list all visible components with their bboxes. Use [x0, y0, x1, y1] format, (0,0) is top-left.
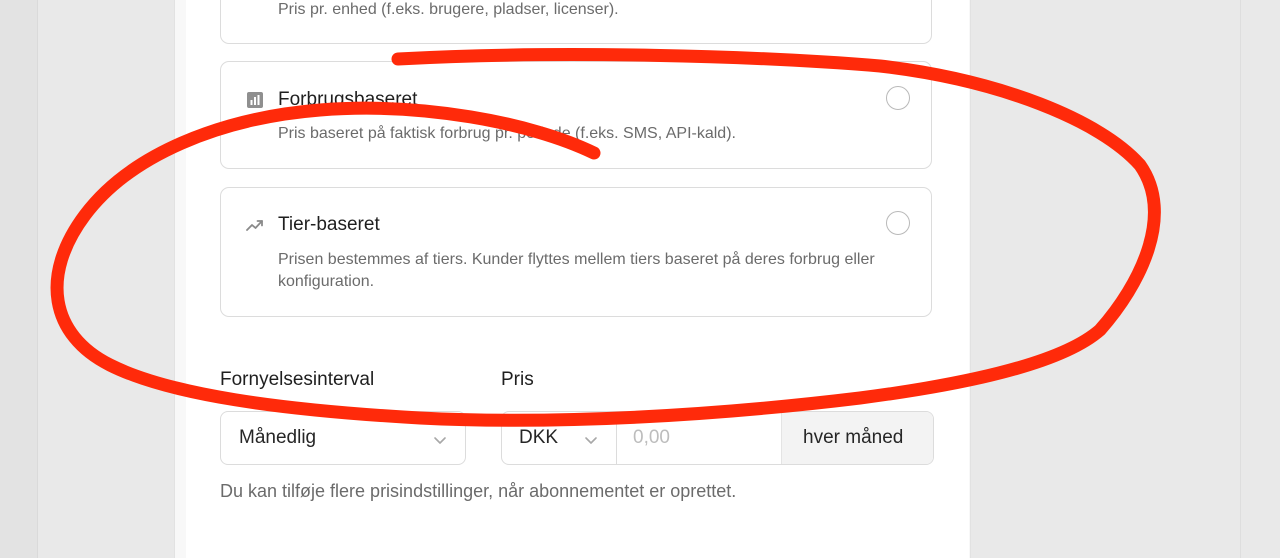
price-amount-input[interactable] — [617, 412, 780, 464]
option-description: Prisen bestemmes af tiers. Kunder flytte… — [278, 251, 875, 290]
option-description: Pris baseret på faktisk forbrug pr. peri… — [278, 125, 736, 142]
pricing-option-per-unit[interactable]: Pris pr. enhed (f.eks. brugere, pladser,… — [220, 0, 932, 44]
help-text: Du kan tilføje flere prisindstillinger, … — [220, 481, 737, 501]
pricing-option-usage-based[interactable]: Forbrugsbaseret Pris baseret på faktisk … — [220, 61, 932, 169]
chevron-down-icon — [434, 437, 446, 444]
chevron-down-icon — [585, 437, 597, 444]
renewal-interval-select[interactable]: Månedlig — [220, 411, 466, 465]
divider — [37, 0, 38, 558]
option-radio[interactable] — [886, 86, 910, 110]
left-background — [0, 0, 38, 558]
renewal-interval-value: Månedlig — [239, 427, 317, 448]
screen: Pris pr. enhed (f.eks. brugere, pladser,… — [0, 0, 1280, 558]
pricing-option-tier-based[interactable]: Tier-baseret Prisen bestemmes af tiers. … — [220, 187, 932, 317]
divider — [1240, 0, 1241, 558]
currency-select[interactable]: DKK — [502, 412, 617, 464]
price-input-group: DKK hver måned — [501, 411, 934, 465]
renewal-interval-label: Fornyelsesinterval — [220, 369, 375, 390]
price-label: Pris — [501, 369, 534, 390]
price-period-suffix: hver måned — [781, 412, 933, 464]
option-description: Pris pr. enhed (f.eks. brugere, pladser,… — [278, 1, 619, 18]
price-period-label: hver måned — [803, 427, 904, 448]
bar-chart-icon — [247, 92, 263, 108]
currency-value: DKK — [519, 427, 559, 448]
option-radio[interactable] — [886, 211, 910, 235]
option-title: Forbrugsbaseret — [278, 89, 418, 110]
trending-up-icon — [246, 220, 263, 231]
option-title: Tier-baseret — [278, 214, 380, 235]
